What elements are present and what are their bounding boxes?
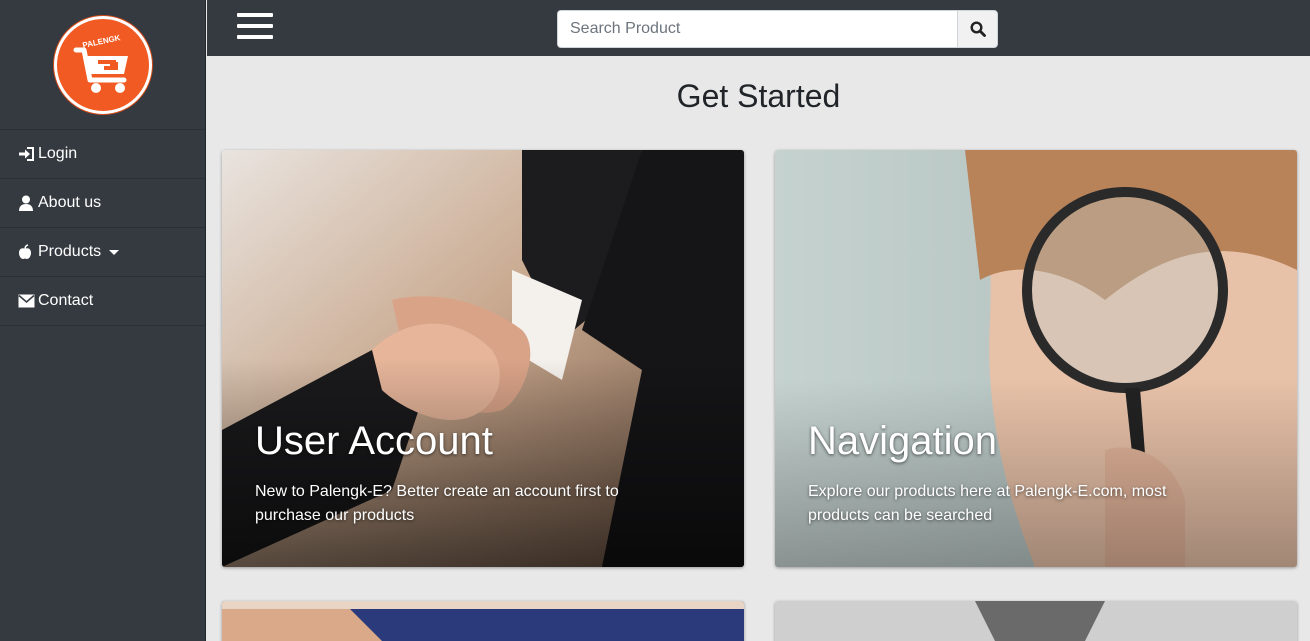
sidebar-item-label: Contact — [38, 292, 94, 309]
apple-icon — [18, 244, 38, 260]
chevron-down-icon — [109, 249, 120, 255]
navigation-card[interactable]: Navigation Explore our products here at … — [775, 150, 1297, 567]
card-image — [222, 601, 744, 641]
login-icon — [18, 146, 38, 162]
sidebar-item-label: Login — [38, 145, 78, 162]
card-title: User Account — [255, 419, 493, 463]
card-image — [775, 601, 1297, 641]
sidebar-item-label: Products — [38, 243, 102, 260]
card-title: Navigation — [808, 419, 998, 463]
search-icon — [969, 21, 986, 37]
sidebar: PALENGK Login About us Products Contact — [0, 0, 206, 641]
user-account-card[interactable]: User Account New to Palengk-E? Better cr… — [222, 150, 744, 567]
card-partial[interactable] — [775, 601, 1297, 641]
card-content: User Account New to Palengk-E? Better cr… — [255, 418, 645, 528]
card-description: New to Palengk-E? Better create an accou… — [255, 483, 619, 524]
envelope-icon — [18, 294, 38, 308]
logo-text: PALENGK — [81, 33, 121, 50]
sidebar-item-contact[interactable]: Contact — [0, 277, 205, 326]
palengk-logo[interactable]: PALENGK — [53, 15, 152, 114]
search-bar — [557, 10, 998, 48]
sidebar-item-about[interactable]: About us — [0, 179, 205, 228]
sidebar-item-label: About us — [38, 194, 102, 211]
sidebar-item-login[interactable]: Login — [0, 130, 205, 179]
sidebar-item-products[interactable]: Products — [0, 228, 205, 277]
top-navbar — [207, 0, 1310, 56]
page-title: Get Started — [676, 78, 841, 114]
card-content: Navigation Explore our products here at … — [808, 418, 1198, 528]
card-description: Explore our products here at Palengk-E.c… — [808, 483, 1167, 524]
menu-toggle-icon[interactable] — [237, 13, 273, 43]
cart-logo-icon: PALENGK — [73, 33, 128, 93]
logo-area: PALENGK — [0, 0, 205, 130]
card-partial[interactable] — [222, 601, 744, 641]
user-icon — [18, 195, 38, 211]
search-input[interactable] — [557, 10, 957, 48]
search-button[interactable] — [957, 10, 998, 48]
